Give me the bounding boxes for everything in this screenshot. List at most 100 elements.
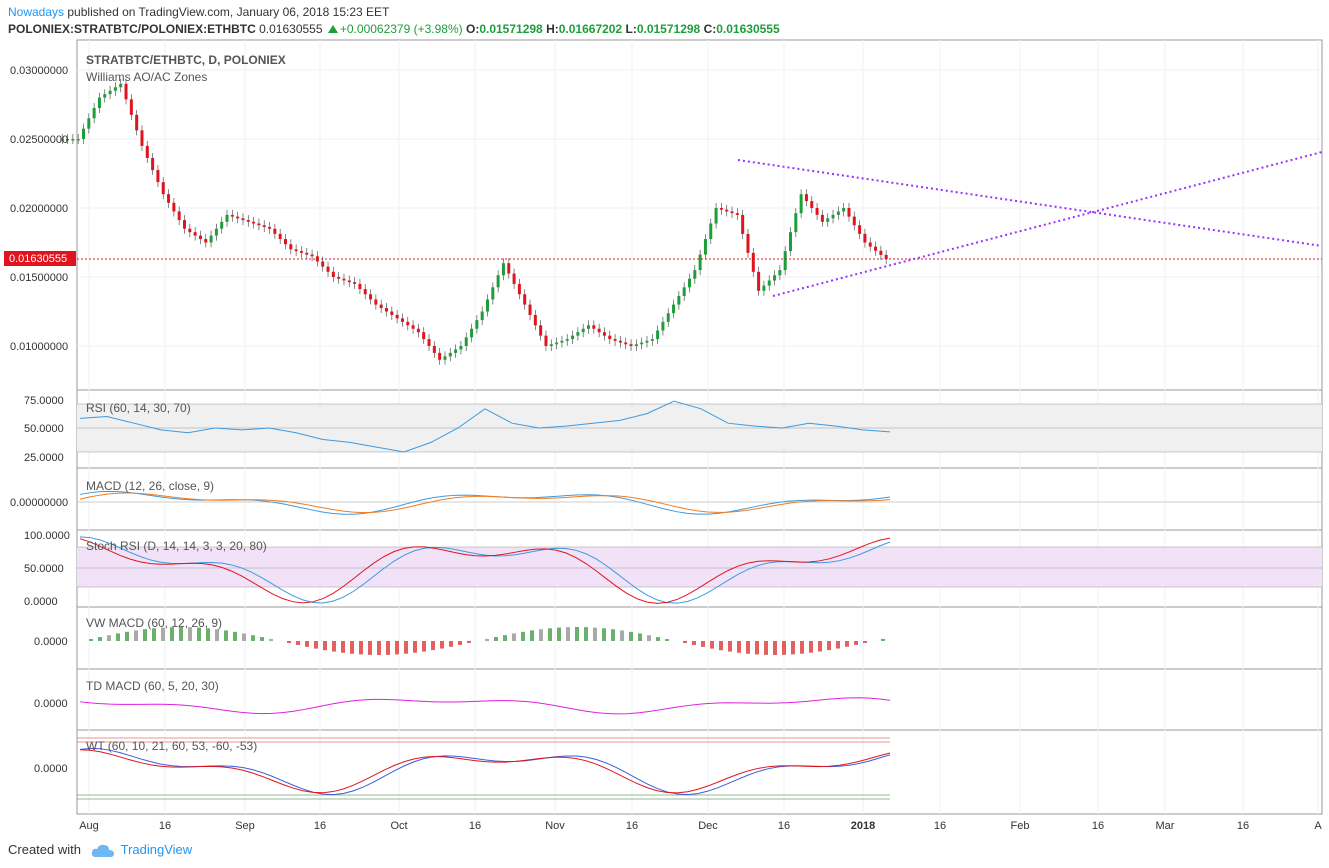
candle <box>486 299 489 312</box>
vwmacd-bar <box>701 641 705 647</box>
vwmacd-bar <box>251 635 255 641</box>
vwmacd-bar <box>836 641 840 649</box>
candle <box>847 208 851 217</box>
candle <box>555 342 559 345</box>
candle <box>358 283 362 290</box>
vwmacd-bar <box>692 641 696 645</box>
vwmacd-bar <box>647 635 651 641</box>
x-tick: Oct <box>390 820 407 832</box>
vwmacd-bar <box>395 641 399 655</box>
candle <box>432 346 436 353</box>
candle <box>491 287 495 300</box>
vwmacd-bar <box>728 641 732 652</box>
candle <box>810 201 814 208</box>
candle <box>703 239 707 255</box>
vwmacd-bar <box>800 641 804 654</box>
y-tick: 0.01500000 <box>10 272 68 284</box>
vwmacd-bar <box>143 629 147 641</box>
x-tick: A <box>1314 820 1322 832</box>
pane-title-tdmacd: TD MACD (60, 5, 20, 30) <box>86 679 219 693</box>
vwmacd-bar <box>305 641 309 647</box>
candle <box>672 304 676 314</box>
pane-title-wt: WT (60, 10, 21, 60, 53, -60, -53) <box>86 739 257 753</box>
vwmacd-bar <box>215 629 219 641</box>
candle <box>852 216 856 226</box>
vwmacd-bar <box>269 639 273 641</box>
chart-canvas[interactable]: STRATBTC/ETHBTC, D, POLONIEX Williams AO… <box>0 0 1329 868</box>
candle <box>103 94 107 98</box>
vwmacd-bar <box>827 641 831 651</box>
vwmacd-bar <box>629 631 633 641</box>
x-tick: Nov <box>545 820 565 832</box>
candle <box>252 221 256 224</box>
candle <box>183 220 186 229</box>
pane-frame <box>76 729 1323 815</box>
candle <box>459 346 463 350</box>
x-tick: 16 <box>1092 820 1104 832</box>
candle <box>624 342 628 345</box>
vwmacd-bar <box>791 641 795 655</box>
vwmacd-bar <box>449 641 453 647</box>
pane-title-rsi: RSI (60, 14, 30, 70) <box>86 401 191 415</box>
x-tick: 16 <box>626 820 638 832</box>
vwmacd-bar <box>602 628 606 641</box>
x-tick: Feb <box>1011 820 1030 832</box>
vwmacd-bar <box>494 637 498 641</box>
candle <box>523 294 527 305</box>
candle <box>618 340 622 343</box>
vwmacd-bar <box>782 641 786 655</box>
candle <box>119 83 123 88</box>
candle <box>528 304 532 315</box>
vwmacd-bar <box>413 641 417 653</box>
x-tick: Mar <box>1156 820 1175 832</box>
footer: Created with TradingView <box>8 842 192 858</box>
vwmacd-bar <box>296 641 300 645</box>
candle <box>438 352 442 360</box>
vwmacd-bar <box>611 629 615 641</box>
resistance-trendline <box>737 159 1323 247</box>
vwmacd-bar <box>737 641 741 653</box>
candle <box>677 295 681 305</box>
vwmacd-bar <box>350 641 354 654</box>
vwmacd-bar <box>773 641 777 655</box>
vwmacd-bar <box>746 641 750 654</box>
candle <box>374 299 378 305</box>
candle <box>661 321 665 331</box>
candle <box>172 202 176 212</box>
candle <box>395 314 399 319</box>
candle <box>581 328 585 333</box>
vwmacd-bar <box>233 631 237 641</box>
candle <box>571 335 575 340</box>
candle <box>416 328 420 333</box>
vwmacd-bar <box>530 630 534 641</box>
x-tick: 16 <box>778 820 790 832</box>
candle <box>746 233 750 253</box>
candle <box>592 325 596 329</box>
candle <box>698 254 702 271</box>
candle <box>879 250 883 255</box>
candle <box>305 252 309 255</box>
vwmacd-bar <box>152 628 156 641</box>
pane-title-vwmacd: VW MACD (60, 12, 26, 9) <box>86 616 222 630</box>
study-title: Williams AO/AC Zones <box>86 70 207 84</box>
vwmacd-bar <box>863 641 867 643</box>
vwmacd-bar <box>485 638 489 641</box>
candle <box>544 335 548 346</box>
tradingview-link[interactable]: TradingView <box>121 842 193 857</box>
candle <box>353 282 357 284</box>
candle <box>640 342 644 345</box>
candle <box>725 209 729 212</box>
stoch-tick: 50.0000 <box>24 563 64 575</box>
stoch-band <box>77 547 1322 587</box>
vwmacd-bar <box>539 629 543 641</box>
candle <box>422 332 426 340</box>
tdmacd-line <box>79 697 891 715</box>
vwmacd-bar <box>809 641 813 653</box>
vwmacd-bar <box>341 641 345 653</box>
candle <box>757 271 761 291</box>
candle <box>884 254 888 260</box>
candle <box>475 320 479 329</box>
rsi-tick: 75.0000 <box>24 395 64 407</box>
candle <box>236 216 240 219</box>
candle <box>826 218 830 222</box>
